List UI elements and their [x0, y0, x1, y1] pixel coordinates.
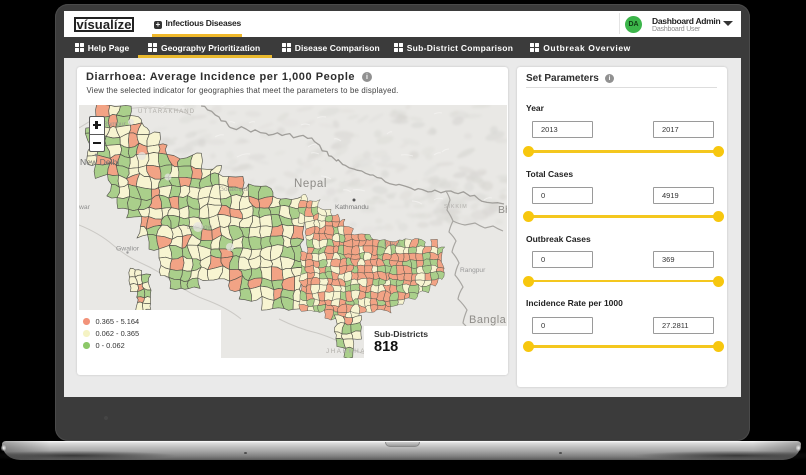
svg-text:Nepal: Nepal — [294, 178, 327, 190]
svg-text:Rangpur: Rangpur — [460, 267, 486, 274]
svg-text:SIKKIM: SIKKIM — [444, 204, 468, 210]
svg-text:Bh: Bh — [498, 204, 507, 216]
svg-text:Kathmandu: Kathmandu — [335, 204, 369, 211]
svg-text:war: war — [79, 204, 91, 211]
svg-text:Gorakhpur: Gorakhpur — [219, 186, 250, 193]
svg-text:Patna: Patna — [384, 241, 401, 248]
svg-text:New Delhi: New Delhi — [80, 157, 119, 167]
svg-text:UTTARAKHAND: UTTARAKHAND — [138, 109, 195, 115]
svg-text:Rampur: Rampur — [103, 121, 127, 128]
svg-text:Bangla: Bangla — [469, 314, 507, 326]
